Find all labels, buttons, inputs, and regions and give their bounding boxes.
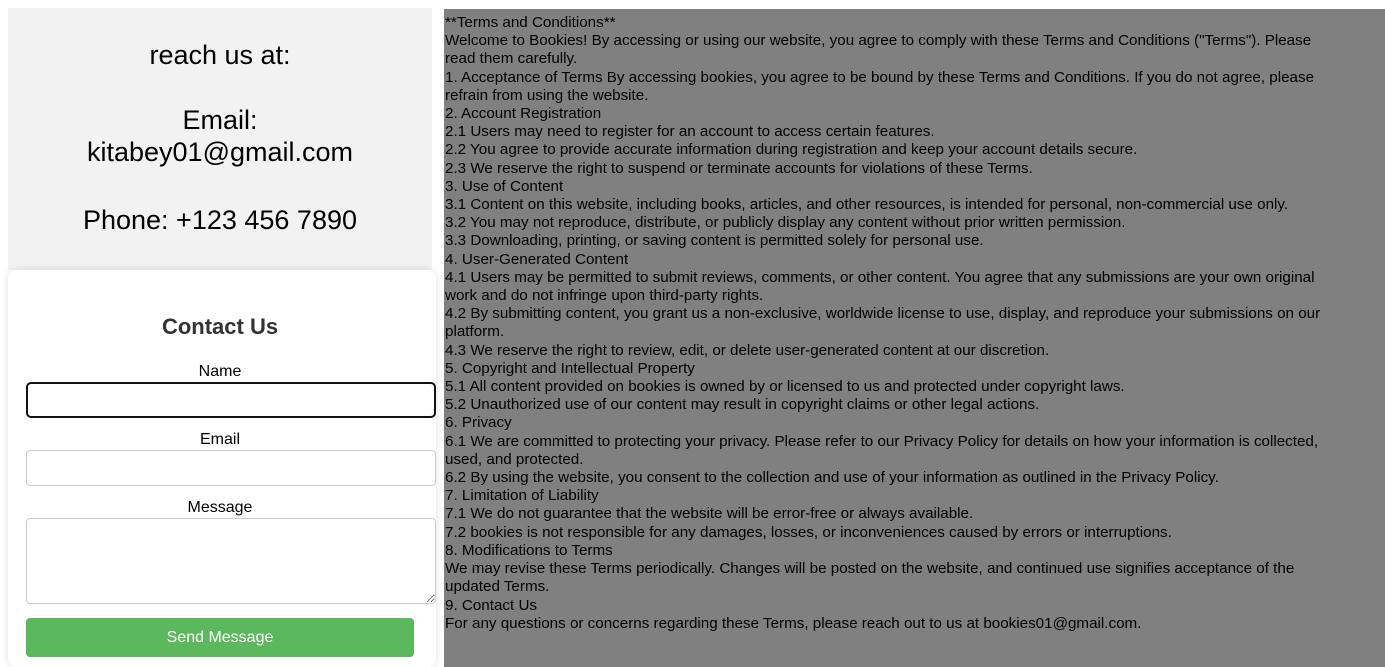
contact-form-title: Contact Us xyxy=(161,314,279,339)
terms-line: 7.2 bookies is not responsible for any d… xyxy=(445,523,1172,541)
terms-line: 5.2 Unauthorized use of our content may … xyxy=(445,396,1040,414)
terms-line: 7. Limitation of Liability xyxy=(445,487,599,505)
terms-line: 6. Privacy xyxy=(445,414,512,432)
terms-line: 3. Use of Content xyxy=(445,177,564,195)
terms-line: 3.3 Downloading, printing, or saving con… xyxy=(445,232,984,250)
terms-line: For any questions or concerns regarding … xyxy=(445,614,1142,632)
contact-email-address: kitabey01@gmail.com xyxy=(86,137,354,167)
send-message-button[interactable]: Send Message xyxy=(26,618,414,657)
name-input[interactable] xyxy=(26,382,436,418)
name-label: Name xyxy=(198,363,242,380)
message-textarea[interactable] xyxy=(26,518,436,604)
terms-line: updated Terms. xyxy=(445,578,550,596)
terms-line: work and do not infringe upon third-part… xyxy=(445,287,764,305)
reach-us-panel: reach us at: Email: kitabey01@gmail.com … xyxy=(8,8,432,270)
contact-email: Email: kitabey01@gmail.com xyxy=(8,104,432,168)
terms-line: 3.2 You may not reproduce, distribute, o… xyxy=(445,214,1126,232)
message-label: Message xyxy=(187,499,253,516)
terms-and-conditions-panel: **Terms and Conditions** Welcome to Booki… xyxy=(444,9,1385,667)
left-column: reach us at: Email: kitabey01@gmail.com … xyxy=(0,0,440,667)
terms-line: 2. Account Registration xyxy=(445,105,602,123)
reach-us-heading: reach us at: xyxy=(149,40,291,70)
terms-line: platform. xyxy=(445,323,505,341)
email-label: Email xyxy=(199,431,240,448)
terms-text: **Terms and Conditions** Welcome to Booki… xyxy=(445,14,1385,633)
page: reach us at: Email: kitabey01@gmail.com … xyxy=(0,0,1385,667)
email-input[interactable] xyxy=(26,450,436,486)
terms-line: 4.3 We reserve the right to review, edit… xyxy=(445,341,1050,359)
terms-line: 1. Acceptance of Terms By accessing book… xyxy=(445,68,1315,86)
terms-line: read them carefully. xyxy=(445,50,578,68)
terms-line: We may revise these Terms periodically. … xyxy=(445,560,1295,578)
terms-line: 2.3 We reserve the right to suspend or t… xyxy=(445,159,1033,177)
terms-line: 5. Copyright and Intellectual Property xyxy=(445,359,695,377)
terms-line: 6.2 By using the website, you consent to… xyxy=(445,469,1219,487)
terms-line: refrain from using the website. xyxy=(445,86,649,104)
terms-line: 9. Contact Us xyxy=(445,596,538,614)
terms-line: 4.2 By submitting content, you grant us … xyxy=(445,305,1321,323)
terms-line: Welcome to Bookies! By accessing or usin… xyxy=(445,32,1312,50)
terms-line: used, and protected. xyxy=(445,450,584,468)
terms-line: 2.2 You agree to provide accurate inform… xyxy=(445,141,1138,159)
terms-line: 3.1 Content on this website, including b… xyxy=(445,196,1289,214)
contact-form: Contact Us Name Email Message Send Messa… xyxy=(8,270,436,667)
terms-line: 8. Modifications to Terms xyxy=(445,541,613,559)
terms-line: 4. User-Generated Content xyxy=(445,250,629,268)
contact-email-label: Email: xyxy=(182,105,258,135)
terms-line: 7.1 We do not guarantee that the website… xyxy=(445,505,974,523)
terms-line: 4.1 Users may be permitted to submit rev… xyxy=(445,268,1315,286)
terms-line: 5.1 All content provided on bookies is o… xyxy=(445,378,1125,396)
terms-line: 6.1 We are committed to protecting your … xyxy=(445,432,1319,450)
terms-line: 2.1 Users may need to register for an ac… xyxy=(445,123,935,141)
contact-phone: Phone: +123 456 7890 xyxy=(82,205,357,235)
terms-line: **Terms and Conditions** xyxy=(445,14,616,31)
